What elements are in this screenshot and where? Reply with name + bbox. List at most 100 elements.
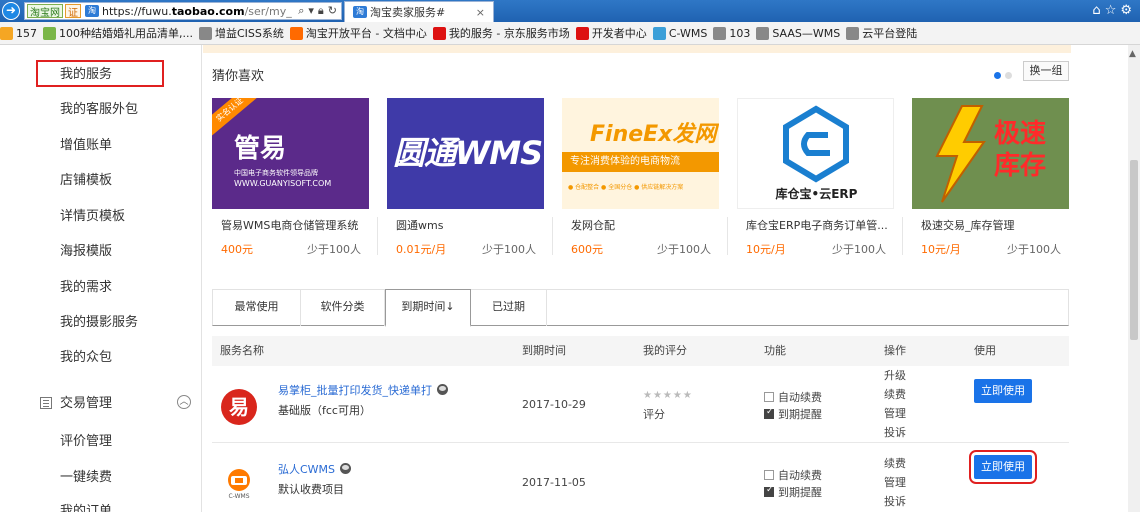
tab-expired[interactable]: 已过期 xyxy=(471,290,547,326)
sidebar-item-value-bill[interactable]: 增值账单 xyxy=(60,136,112,156)
op-renew-link[interactable]: 续费 xyxy=(884,454,906,473)
favorites-star-icon[interactable]: ☆ xyxy=(1105,3,1121,18)
settings-gear-icon[interactable]: ⚙ xyxy=(1120,3,1136,18)
bookmark-label: SAAS—WMS xyxy=(772,26,841,40)
divider xyxy=(902,217,903,255)
fineex-product-image[interactable]: FineEx发网 专注消费体验的电商物流 ● 仓配整合 ● 全国分仓 ● 供应链… xyxy=(562,98,719,209)
bookmark-item[interactable]: 开发者中心 xyxy=(575,25,647,41)
address-bar[interactable]: 淘宝网 证 淘 https://fuwu.taobao.com/ser/my_ … xyxy=(24,2,342,20)
bookmark-item[interactable]: SAAS—WMS xyxy=(756,26,841,40)
kucangbao-product-image[interactable]: 库仓宝•云ERP xyxy=(737,98,894,209)
sidebar-item-photo-service[interactable]: 我的摄影服务 xyxy=(60,313,138,333)
recommend-card[interactable]: FineEx发网 专注消费体验的电商物流 ● 仓配整合 ● 全国分仓 ● 供应链… xyxy=(562,98,728,261)
service-name-link[interactable]: 弘人CWMS xyxy=(278,461,352,477)
page-scrollbar[interactable]: ▲ xyxy=(1128,45,1140,512)
recommend-card[interactable]: 实名认证 管易 中国电子商务软件领导品牌 WWW.GUANYISOFT.COM … xyxy=(212,98,378,261)
op-complain-link[interactable]: 投诉 xyxy=(884,423,906,442)
rating-stars-icon[interactable]: ★★★★★ xyxy=(643,390,693,401)
bookmark-item[interactable]: 淘宝开放平台 - 文档中心 xyxy=(289,25,427,41)
browser-tab-active[interactable]: 淘 淘宝卖家服务# × xyxy=(344,1,494,22)
sidebar-item-orders[interactable]: 我的订单 xyxy=(60,502,112,512)
bookmark-favicon-icon xyxy=(432,26,446,40)
use-now-button[interactable]: 立即使用 xyxy=(974,379,1032,403)
expire-remind-checkbox[interactable] xyxy=(764,407,774,419)
card-title[interactable]: 发网仓配 xyxy=(571,217,615,233)
sidebar-item-detail-template[interactable]: 详情页模板 xyxy=(60,207,125,227)
op-manage-link[interactable]: 管理 xyxy=(884,473,906,492)
card-sales: 少于100人 xyxy=(307,243,361,256)
yto-product-image[interactable]: 圆通WMS xyxy=(387,98,544,209)
search-icon[interactable]: ⌕ xyxy=(298,4,304,18)
op-upgrade-link[interactable]: 升级 xyxy=(884,366,906,385)
url-text[interactable]: https://fuwu.taobao.com/ser/my_ xyxy=(102,5,292,18)
auto-renew-option[interactable]: 自动续费 xyxy=(764,467,822,483)
sidebar-item-shop-template[interactable]: 店铺模板 xyxy=(60,171,112,191)
jisu-product-image[interactable]: 极速库存 xyxy=(912,98,1069,209)
bookmark-item[interactable]: 增益CISS系统 xyxy=(198,25,284,41)
service-name-text[interactable]: 弘人CWMS xyxy=(278,463,335,476)
scrollbar-thumb[interactable] xyxy=(1130,160,1138,340)
guanyi-logo-text: 管易 xyxy=(234,134,287,164)
bookmark-favicon-icon xyxy=(289,26,303,40)
back-arrow-icon[interactable]: ➜ xyxy=(2,2,20,20)
home-icon[interactable]: ⌂ xyxy=(1092,3,1104,18)
recommend-card[interactable]: 极速库存 极速交易_库存管理 10元/月 少于100人 xyxy=(912,98,1069,261)
bookmark-item[interactable]: 157 xyxy=(0,26,37,40)
ops-links: 续费 管理 投诉 xyxy=(884,454,906,511)
bookmark-item[interactable]: C-WMS xyxy=(652,26,707,40)
tab-close-icon[interactable]: × xyxy=(476,6,485,19)
bookmark-item[interactable]: 我的服务 - 京东服务市场 xyxy=(432,25,570,41)
bookmark-item[interactable]: 103 xyxy=(713,26,750,40)
info-icon[interactable] xyxy=(340,463,352,474)
expire-remind-option[interactable]: 到期提醒 xyxy=(764,484,822,500)
tab-expire-time[interactable]: 到期时间↓ xyxy=(385,289,471,327)
recommend-card[interactable]: 库仓宝•云ERP 库仓宝ERP电子商务订单管... 10元/月 少于100人 xyxy=(737,98,903,261)
site-chip[interactable]: 淘宝网 xyxy=(27,4,63,19)
expire-date: 2017-10-29 xyxy=(522,398,586,411)
card-title[interactable]: 管易WMS电商仓储管理系统 xyxy=(221,217,358,233)
use-now-button[interactable]: 立即使用 xyxy=(969,450,1037,484)
info-icon[interactable] xyxy=(437,384,448,395)
auto-renew-checkbox[interactable] xyxy=(764,392,774,402)
carousel-dot[interactable] xyxy=(1005,72,1012,79)
op-renew-link[interactable]: 续费 xyxy=(884,385,906,404)
col-service-name: 服务名称 xyxy=(220,344,264,357)
card-title[interactable]: 库仓宝ERP电子商务订单管... xyxy=(746,217,888,233)
expire-remind-option[interactable]: 到期提醒 xyxy=(764,406,822,422)
ops-links: 升级 续费 管理 投诉 xyxy=(884,366,906,442)
tab-most-used[interactable]: 最常使用 xyxy=(213,290,301,326)
card-title[interactable]: 极速交易_库存管理 xyxy=(921,217,1015,233)
auto-renew-option[interactable]: 自动续费 xyxy=(764,389,822,405)
op-manage-link[interactable]: 管理 xyxy=(884,404,906,423)
guanyi-url: WWW.GUANYISOFT.COM xyxy=(234,179,332,188)
dropdown-icon[interactable]: ▾ xyxy=(308,4,314,18)
table-row: C-WMS 弘人CWMS 默认收费项目 2017-11-05 自动续费 到期提醒… xyxy=(212,443,1069,512)
switch-group-button[interactable]: 换一组 xyxy=(1023,61,1069,81)
expire-remind-checkbox[interactable] xyxy=(764,485,774,497)
card-title[interactable]: 圆通wms xyxy=(396,217,443,233)
guanyi-product-image[interactable]: 实名认证 管易 中国电子商务软件领导品牌 WWW.GUANYISOFT.COM xyxy=(212,98,369,209)
collapse-chevron-icon[interactable]: ︿ xyxy=(177,395,191,409)
op-complain-link[interactable]: 投诉 xyxy=(884,492,906,511)
service-name-link[interactable]: 易掌柜_批量打印发货_快递单打 xyxy=(278,382,448,398)
bookmark-item[interactable]: 100种结婚婚礼用品清单,... xyxy=(43,25,193,41)
scroll-up-arrow-icon[interactable]: ▲ xyxy=(1129,49,1136,59)
bookmark-item[interactable]: 云平台登陆 xyxy=(846,25,917,41)
recommend-card[interactable]: 圆通WMS 圆通wms 0.01元/月 少于100人 xyxy=(387,98,553,261)
bookmark-label: 云平台登陆 xyxy=(862,27,918,40)
sidebar-item-reviews[interactable]: 评价管理 xyxy=(60,432,112,452)
sidebar-item-cs-outsourcing[interactable]: 我的客服外包 xyxy=(60,100,138,120)
sidebar-group-trade[interactable]: 交易管理 xyxy=(60,394,112,414)
bookmark-label: 淘宝开放平台 - 文档中心 xyxy=(305,27,427,40)
tab-category[interactable]: 软件分类 xyxy=(301,290,385,326)
sidebar-item-my-services[interactable]: 我的服务 xyxy=(36,60,164,87)
refresh-icon[interactable]: ↻ xyxy=(328,4,337,18)
service-name-text[interactable]: 易掌柜_批量打印发货_快递单打 xyxy=(278,384,432,397)
cert-chip[interactable]: 证 xyxy=(65,4,81,19)
sidebar-item-renew[interactable]: 一键续费 xyxy=(60,468,112,488)
sidebar-item-poster-template[interactable]: 海报模版 xyxy=(60,242,112,262)
sidebar-item-crowdsourcing[interactable]: 我的众包 xyxy=(60,348,112,368)
auto-renew-checkbox[interactable] xyxy=(764,470,774,480)
carousel-dot-active[interactable] xyxy=(994,72,1001,79)
sidebar-item-my-needs[interactable]: 我的需求 xyxy=(60,278,112,298)
